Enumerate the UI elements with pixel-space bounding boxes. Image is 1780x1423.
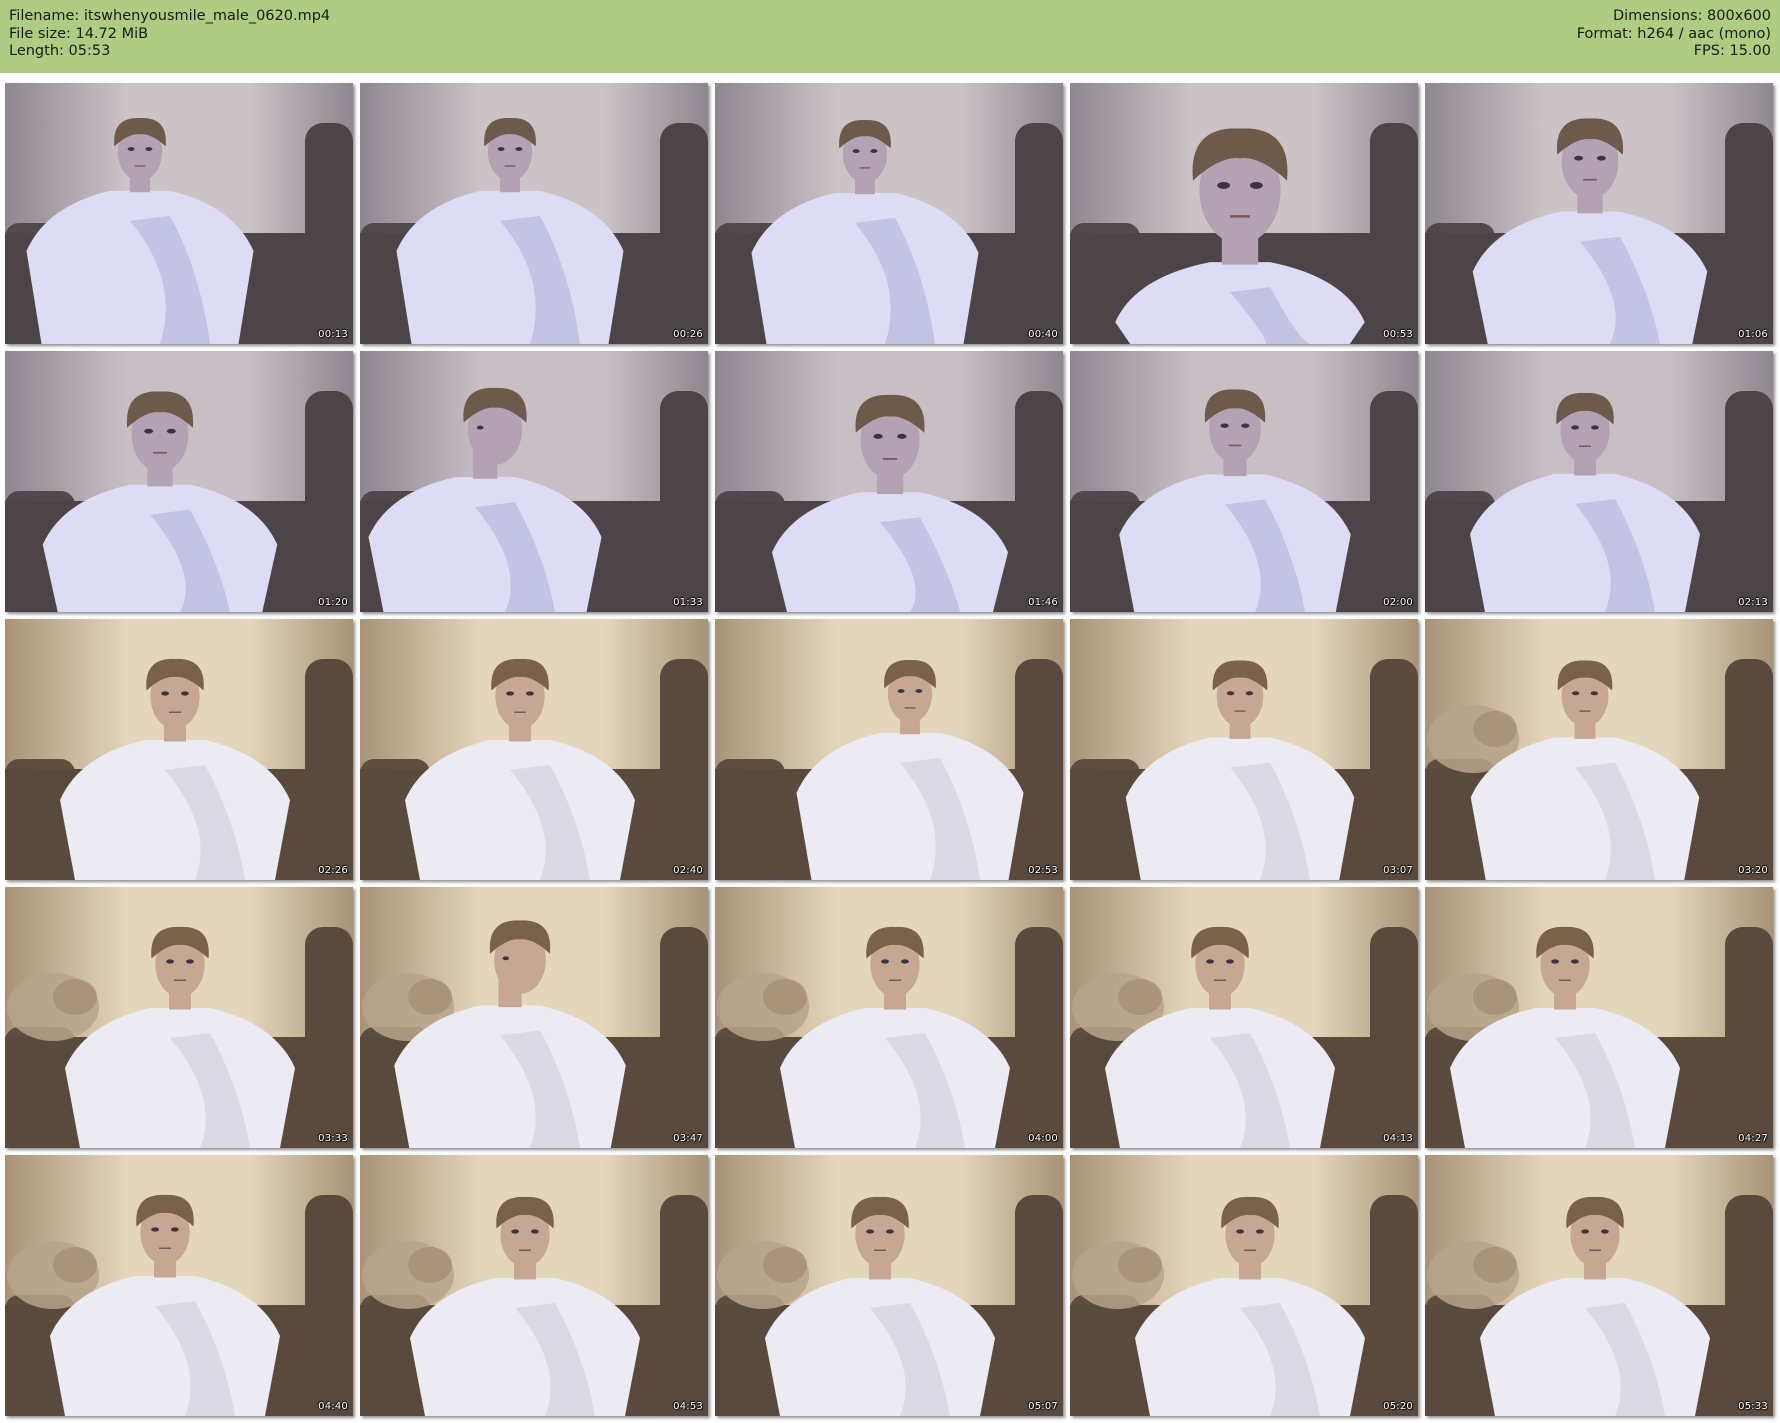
frame-timestamp: 04:13 (1383, 1133, 1413, 1144)
video-frame-thumbnail: 05:33 (1425, 1155, 1773, 1416)
video-frame-thumbnail: 05:07 (715, 1155, 1063, 1416)
video-frame-thumbnail: 04:13 (1070, 887, 1418, 1148)
frame-timestamp: 03:07 (1383, 865, 1413, 876)
frame-image (1070, 1155, 1418, 1416)
video-frame-thumbnail: 04:27 (1425, 887, 1773, 1148)
frame-timestamp: 04:00 (1028, 1133, 1058, 1144)
video-frame-thumbnail: 00:40 (715, 83, 1063, 344)
frame-timestamp: 03:20 (1738, 865, 1768, 876)
format-text: Format: h264 / aac (mono) (1576, 25, 1771, 42)
frame-image (1425, 351, 1773, 612)
video-frame-thumbnail: 04:53 (360, 1155, 708, 1416)
frame-timestamp: 02:00 (1383, 597, 1413, 608)
video-frame-thumbnail: 03:20 (1425, 619, 1773, 880)
frame-image (715, 619, 1063, 880)
frame-image (5, 887, 353, 1148)
video-frame-thumbnail: 00:13 (5, 83, 353, 344)
video-frame-thumbnail: 01:46 (715, 351, 1063, 612)
video-frame-thumbnail: 01:33 (360, 351, 708, 612)
video-frame-thumbnail: 04:40 (5, 1155, 353, 1416)
frame-image (1425, 83, 1773, 344)
video-frame-thumbnail: 00:53 (1070, 83, 1418, 344)
video-frame-thumbnail: 02:40 (360, 619, 708, 880)
video-frame-thumbnail: 03:47 (360, 887, 708, 1148)
video-frame-thumbnail: 00:26 (360, 83, 708, 344)
frame-image (1070, 887, 1418, 1148)
frame-image (5, 619, 353, 880)
frame-timestamp: 01:46 (1028, 597, 1058, 608)
video-frame-thumbnail: 05:20 (1070, 1155, 1418, 1416)
frame-image (360, 83, 708, 344)
frame-timestamp: 05:07 (1028, 1401, 1058, 1412)
fps-text: FPS: 15.00 (1693, 43, 1771, 59)
video-frame-thumbnail: 02:53 (715, 619, 1063, 880)
frame-image (5, 83, 353, 344)
frame-image (1070, 83, 1418, 344)
filename-text: Filename: itswhenyousmile_male_0620.mp4 (9, 8, 331, 24)
frame-timestamp: 04:53 (673, 1401, 703, 1412)
thumbnail-grid: 00:13 00:26 00:40 00:53 01:06 01:20 01:33 01:46… (5, 83, 1775, 1418)
frame-image (360, 619, 708, 880)
frame-timestamp: 02:26 (318, 865, 348, 876)
video-frame-thumbnail: 02:26 (5, 619, 353, 880)
dimensions-text: Dimensions: 800x600 (1612, 8, 1771, 24)
frame-timestamp: 02:53 (1028, 865, 1058, 876)
video-frame-thumbnail: 03:33 (5, 887, 353, 1148)
frame-image (1070, 351, 1418, 612)
frame-timestamp: 01:06 (1738, 329, 1768, 340)
frame-timestamp: 05:33 (1738, 1401, 1768, 1412)
frame-image (5, 1155, 353, 1416)
file-info-right: Dimensions: 800x600 Format: h264 / aac (… (1577, 8, 1771, 61)
frame-image (1425, 887, 1773, 1148)
frame-timestamp: 05:20 (1383, 1401, 1413, 1412)
frame-image (715, 887, 1063, 1148)
frame-timestamp: 01:33 (673, 597, 703, 608)
frame-timestamp: 00:53 (1383, 329, 1413, 340)
frame-image (360, 1155, 708, 1416)
frame-image (1070, 619, 1418, 880)
frame-timestamp: 03:47 (673, 1133, 703, 1144)
frame-timestamp: 01:20 (318, 597, 348, 608)
frame-image (1425, 619, 1773, 880)
file-info-left: Filename: itswhenyousmile_male_0620.mp4 … (9, 8, 330, 61)
frame-timestamp: 03:33 (318, 1133, 348, 1144)
video-frame-thumbnail: 04:00 (715, 887, 1063, 1148)
frame-image (715, 351, 1063, 612)
length-text: Length: 05:53 (9, 43, 111, 59)
video-frame-thumbnail: 02:00 (1070, 351, 1418, 612)
frame-image (715, 1155, 1063, 1416)
frame-timestamp: 00:26 (673, 329, 703, 340)
video-frame-thumbnail: 01:06 (1425, 83, 1773, 344)
video-frame-thumbnail: 01:20 (5, 351, 353, 612)
video-frame-thumbnail: 03:07 (1070, 619, 1418, 880)
frame-timestamp: 04:40 (318, 1401, 348, 1412)
info-header: Filename: itswhenyousmile_male_0620.mp4 … (0, 0, 1780, 73)
video-frame-thumbnail: 02:13 (1425, 351, 1773, 612)
frame-timestamp: 02:13 (1738, 597, 1768, 608)
frame-timestamp: 04:27 (1738, 1133, 1768, 1144)
frame-image (5, 351, 353, 612)
frame-image (1425, 1155, 1773, 1416)
frame-image (360, 887, 708, 1148)
frame-timestamp: 00:40 (1028, 329, 1058, 340)
frame-image (715, 83, 1063, 344)
frame-timestamp: 00:13 (318, 329, 348, 340)
frame-timestamp: 02:40 (673, 865, 703, 876)
file-size-text: File size: 14.72 MiB (9, 25, 149, 42)
frame-image (360, 351, 708, 612)
